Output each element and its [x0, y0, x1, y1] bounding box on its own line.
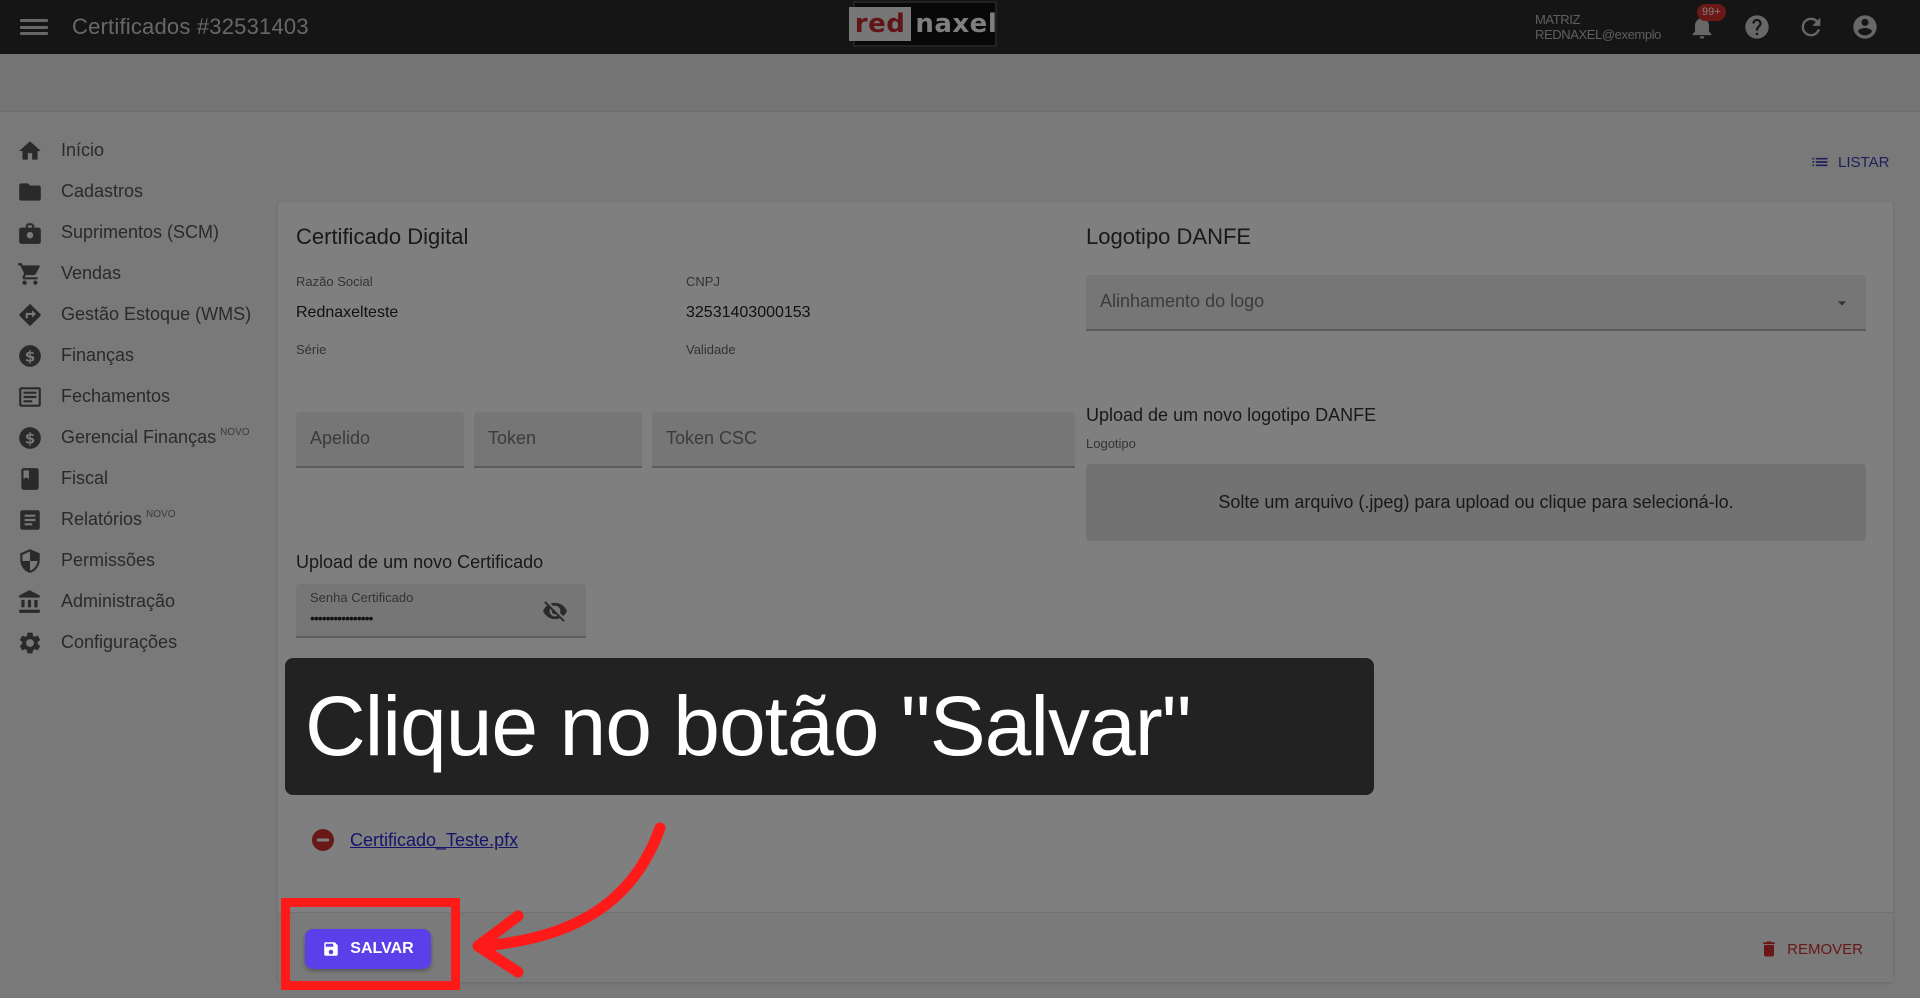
senha-certificado-field[interactable]: Senha Certificado ••••••••••••••••	[296, 584, 586, 638]
sidebar-item-label: Suprimentos (SCM)	[61, 222, 220, 242]
sidebar-item-label: Vendas	[61, 263, 122, 283]
sidebar-item-label: Cadastros	[61, 181, 144, 201]
new-badge: NOVO	[220, 427, 250, 438]
hamburger-menu-icon[interactable]	[20, 16, 48, 38]
upload-certificate-title: Upload de um novo Certificado	[296, 552, 544, 572]
sidebar-item-permissoes[interactable]: Permissões	[0, 540, 270, 581]
tutorial-caption-box: Clique no botão "Salvar"	[285, 658, 1374, 795]
sidebar-item-label: Fiscal	[61, 468, 109, 488]
remove-circle-icon[interactable]	[311, 828, 335, 852]
sidebar-item-label: Configurações	[61, 632, 178, 652]
briefcase-icon	[19, 222, 41, 244]
sidebar-item-label: Administração	[61, 591, 176, 611]
account-circle-icon[interactable]	[1851, 13, 1879, 41]
sidebar-item-vendas[interactable]: Vendas	[0, 253, 270, 294]
list-icon	[1812, 157, 1828, 167]
upload-logo-title: Upload de um novo logotipo DANFE	[1086, 405, 1377, 425]
sidebar-item-fiscal[interactable]: Fiscal	[0, 458, 270, 499]
logotipo-label: Logotipo	[1086, 436, 1136, 451]
razao-social-value: Rednaxelteste	[296, 304, 399, 321]
sidebar-item-cadastros[interactable]: Cadastros	[0, 171, 270, 212]
user-company: MATRIZ	[1535, 12, 1581, 27]
sidebar-item-fechamentos[interactable]: Fechamentos	[0, 376, 270, 417]
sidebar-item-label: Finanças	[61, 345, 135, 365]
sidebar-item-gestao-estoque[interactable]: Gestão Estoque (WMS)	[0, 294, 270, 335]
sidebar-item-inicio[interactable]: Início	[0, 130, 270, 171]
dollar-icon: $	[19, 426, 41, 449]
svg-text:$: $	[25, 347, 36, 365]
logo-naxel-text: naxel	[915, 9, 998, 39]
user-email: REDNAXEL@exemplo	[1535, 27, 1662, 42]
shield-icon	[20, 548, 40, 573]
dropdown-arrow-icon	[1837, 301, 1847, 306]
save-button[interactable]: SALVAR	[305, 929, 431, 969]
logo-dropzone[interactable]: Solte um arquivo (.jpeg) para upload ou …	[1086, 464, 1866, 541]
senha-value: ••••••••••••••••	[310, 610, 373, 626]
svg-text:$: $	[25, 429, 36, 447]
remove-button[interactable]: REMOVER	[1759, 939, 1863, 959]
apelido-field[interactable]: Apelido	[296, 412, 464, 468]
logo-red-text: red	[848, 7, 912, 41]
sidebar-item-administracao[interactable]: Administração	[0, 581, 270, 622]
brand-logo[interactable]: red naxel	[848, 1, 997, 47]
cnpj-value: 32531403000153	[686, 304, 811, 321]
trash-icon	[1763, 941, 1775, 957]
listar-label: LISTAR	[1838, 153, 1890, 171]
token-csc-field[interactable]: Token CSC	[652, 412, 1075, 468]
home-icon	[19, 140, 41, 160]
report-icon	[20, 509, 40, 530]
bank-icon	[19, 589, 40, 613]
visibility-off-icon[interactable]	[542, 598, 568, 624]
razao-social-label: Razão Social	[296, 274, 373, 289]
tutorial-caption-text: Clique no botão "Salvar"	[305, 679, 1192, 773]
serie-label: Série	[296, 342, 327, 357]
dollar-icon: $	[19, 344, 41, 367]
sidebar-nav: Início Cadastros Suprimentos (SCM) Venda…	[0, 130, 270, 663]
token-csc-placeholder: Token CSC	[666, 428, 758, 448]
top-app-bar: Certificados #32531403 red naxel MATRIZ R…	[0, 0, 1920, 54]
cart-icon	[18, 262, 40, 285]
validade-label: Validade	[686, 342, 736, 357]
logo-alignment-select[interactable]: Alinhamento do logo	[1086, 275, 1866, 331]
sidebar-item-relatorios[interactable]: Relatórios NOVO	[0, 499, 270, 540]
sub-header-bar	[0, 54, 1920, 112]
list-box-icon	[19, 386, 41, 407]
sidebar-item-label: Permissões	[61, 550, 156, 570]
sidebar-item-gerencial-financas[interactable]: $ Gerencial Finanças NOVO	[0, 417, 270, 458]
apelido-placeholder: Apelido	[310, 428, 371, 448]
help-icon[interactable]	[1743, 13, 1771, 41]
listar-button[interactable]: LISTAR	[1810, 152, 1889, 172]
save-floppy-icon	[324, 942, 339, 956]
remove-label: REMOVER	[1787, 940, 1863, 958]
certificate-section-title: Certificado Digital	[296, 224, 469, 249]
token-placeholder: Token	[488, 428, 537, 448]
sidebar-item-label: Gestão Estoque (WMS)	[61, 304, 252, 324]
diamond-arrow-icon	[19, 303, 41, 326]
sidebar-item-configuracoes[interactable]: Configurações	[0, 622, 270, 663]
pointer-arrow-icon	[472, 822, 666, 978]
logo-alignment-placeholder: Alinhamento do logo	[1100, 291, 1265, 311]
sidebar-item-label: Gerencial Finanças NOVO	[61, 427, 250, 447]
logo-dropzone-text: Solte um arquivo (.jpeg) para upload ou …	[1218, 492, 1734, 512]
senha-label: Senha Certificado	[310, 590, 414, 605]
sidebar-item-suprimentos[interactable]: Suprimentos (SCM)	[0, 212, 270, 253]
logo-section-title: Logotipo DANFE	[1086, 224, 1252, 249]
notification-badge: 99+	[1697, 4, 1726, 21]
sidebar-item-financas[interactable]: $ Finanças	[0, 335, 270, 376]
new-badge: NOVO	[146, 509, 176, 520]
book-icon	[21, 467, 39, 490]
sidebar-item-label: Relatórios NOVO	[61, 509, 176, 529]
cnpj-label: CNPJ	[686, 274, 720, 289]
refresh-icon[interactable]	[1797, 13, 1825, 41]
sidebar-item-label: Início	[61, 140, 105, 160]
page-title: Certificados #32531403	[72, 14, 309, 39]
save-label: SALVAR	[350, 940, 414, 957]
sidebar-item-label: Fechamentos	[61, 386, 171, 406]
token-field[interactable]: Token	[474, 412, 642, 468]
folder-icon	[19, 182, 41, 201]
gear-icon	[19, 632, 41, 653]
user-info[interactable]: MATRIZ REDNAXEL@exemplo	[1535, 12, 1661, 42]
